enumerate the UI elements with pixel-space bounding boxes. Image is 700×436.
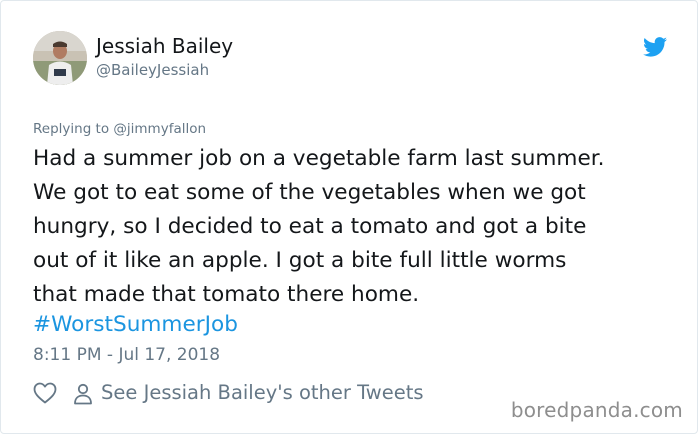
- tweet-timestamp[interactable]: 8:11 PM - Jul 17, 2018: [33, 345, 220, 365]
- avatar[interactable]: [33, 31, 87, 85]
- twitter-bird-icon[interactable]: [643, 37, 667, 57]
- heart-icon[interactable]: [33, 382, 57, 404]
- hashtag-link[interactable]: #WorstSummerJob: [33, 308, 238, 342]
- author-display-name[interactable]: Jessiah Bailey: [96, 34, 233, 58]
- tweet-text: Had a summer job on a vegetable farm las…: [33, 146, 605, 307]
- replying-to-prefix: Replying to: [33, 121, 114, 137]
- watermark: boredpanda.com: [510, 398, 683, 422]
- author-handle[interactable]: @BaileyJessiah: [96, 61, 209, 79]
- tweet-card: Jessiah Bailey @BaileyJessiah Replying t…: [0, 0, 698, 434]
- tweet-header: Jessiah Bailey @BaileyJessiah: [33, 31, 673, 89]
- person-icon[interactable]: [73, 383, 93, 405]
- other-tweets-link[interactable]: See Jessiah Bailey's other Tweets: [101, 381, 424, 404]
- replying-to: Replying to @jimmyfallon: [33, 121, 206, 137]
- reply-target-link[interactable]: @jimmyfallon: [113, 121, 206, 137]
- avatar-photo: [33, 31, 87, 85]
